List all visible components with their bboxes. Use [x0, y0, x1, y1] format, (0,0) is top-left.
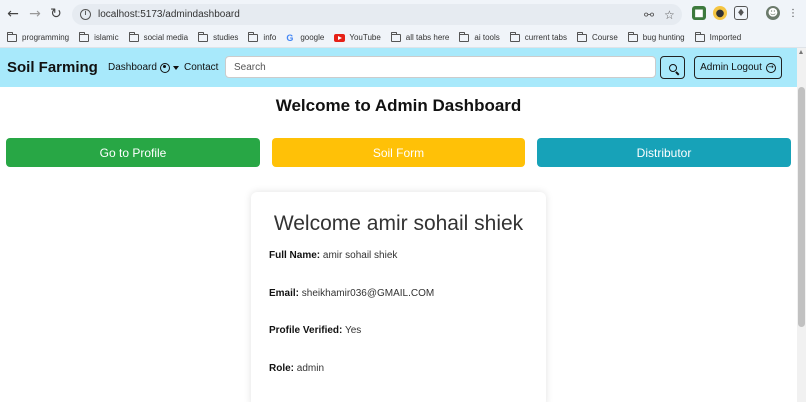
bookmark-item[interactable]: Ggoogle — [286, 33, 324, 43]
folder-icon — [248, 31, 259, 42]
profile-field-verified: Profile Verified: Yes — [269, 325, 362, 336]
bookmark-item[interactable]: info — [248, 31, 276, 42]
bookmark-item[interactable]: all tabs here — [390, 31, 449, 42]
profile-greeting: Welcome amir sohail shiek — [273, 212, 524, 235]
search-icon — [668, 63, 677, 72]
profile-avatar-icon[interactable]: ☻ — [766, 6, 780, 20]
dashboard-dropdown[interactable]: Dashboard — [108, 62, 179, 73]
reload-icon[interactable]: ↻ — [47, 5, 65, 23]
bookmark-item[interactable]: Imported — [694, 31, 741, 42]
bookmark-item[interactable]: current tabs — [509, 31, 567, 42]
logout-label: Admin Logout — [700, 62, 762, 73]
folder-icon — [390, 31, 401, 42]
bookmark-item[interactable]: islamic — [79, 31, 119, 42]
dashboard-label: Dashboard — [108, 62, 157, 73]
extension-icon[interactable]: ● — [713, 6, 727, 20]
bookmark-item[interactable]: bug hunting — [627, 31, 685, 42]
go-to-profile-button[interactable]: Go to Profile — [6, 138, 260, 167]
folder-icon — [459, 31, 470, 42]
search-input[interactable] — [225, 56, 656, 78]
address-bar[interactable]: i localhost:5173/admindashboard ⚯ ☆ — [72, 4, 682, 25]
folder-icon — [7, 31, 17, 42]
extension-icon[interactable]: ■ — [692, 6, 706, 20]
extensions-puzzle-icon[interactable]: ♦ — [734, 6, 748, 20]
contact-link[interactable]: Contact — [184, 62, 218, 73]
bookmark-item[interactable]: YouTube — [334, 33, 381, 42]
bookmarks-bar: programming islamic social media studies… — [0, 28, 806, 48]
google-icon: G — [286, 32, 294, 43]
bookmark-item[interactable]: Course — [577, 31, 618, 42]
browser-toolbar: ← → ↻ i localhost:5173/admindashboard ⚯ … — [0, 0, 806, 28]
profile-card: Welcome amir sohail shiek Full Name: ami… — [251, 192, 546, 402]
url-text: localhost:5173/admindashboard — [98, 9, 240, 20]
key-icon[interactable]: ⚯ — [644, 4, 654, 25]
app-navbar: Soil Farming Dashboard Contact Admin Log… — [0, 48, 797, 87]
bookmark-item[interactable]: social media — [128, 31, 188, 42]
folder-icon — [79, 31, 90, 42]
folder-icon — [627, 31, 638, 42]
profile-field-email: Email: sheikhamir036@GMAIL.COM — [269, 288, 435, 299]
bookmark-item[interactable]: programming — [7, 31, 69, 42]
scroll-up-icon[interactable] — [799, 50, 803, 54]
youtube-icon — [334, 33, 346, 42]
search-button[interactable] — [660, 56, 685, 79]
bookmark-item[interactable]: ai tools — [459, 31, 500, 42]
site-info-icon[interactable]: i — [80, 9, 91, 20]
arrow-right-circle-icon: → — [765, 62, 776, 73]
scrollbar-thumb[interactable] — [798, 87, 805, 327]
bookmark-star-icon[interactable]: ☆ — [664, 4, 675, 25]
folder-icon — [509, 31, 520, 42]
folder-icon — [198, 31, 209, 42]
page-scrollbar[interactable] — [797, 48, 806, 402]
admin-logout-button[interactable]: Admin Logout → — [694, 56, 782, 79]
bookmark-item[interactable]: studies — [198, 31, 238, 42]
distributor-button[interactable]: Distributor — [537, 138, 791, 167]
forward-arrow-icon[interactable]: → — [26, 5, 44, 23]
person-circle-icon — [159, 62, 170, 73]
brand-logo[interactable]: Soil Farming — [7, 59, 98, 76]
back-arrow-icon[interactable]: ← — [4, 5, 22, 23]
folder-icon — [577, 31, 587, 42]
soil-form-button[interactable]: Soil Form — [272, 138, 525, 167]
caret-down-icon — [172, 65, 179, 70]
page-title: Welcome to Admin Dashboard — [275, 96, 522, 115]
profile-field-role: Role: admin — [269, 363, 325, 374]
folder-icon — [128, 31, 139, 42]
browser-menu-icon[interactable]: ⋮ — [786, 6, 800, 20]
folder-icon — [694, 31, 705, 42]
profile-field-full-name: Full Name: amir sohail shiek — [269, 250, 398, 261]
